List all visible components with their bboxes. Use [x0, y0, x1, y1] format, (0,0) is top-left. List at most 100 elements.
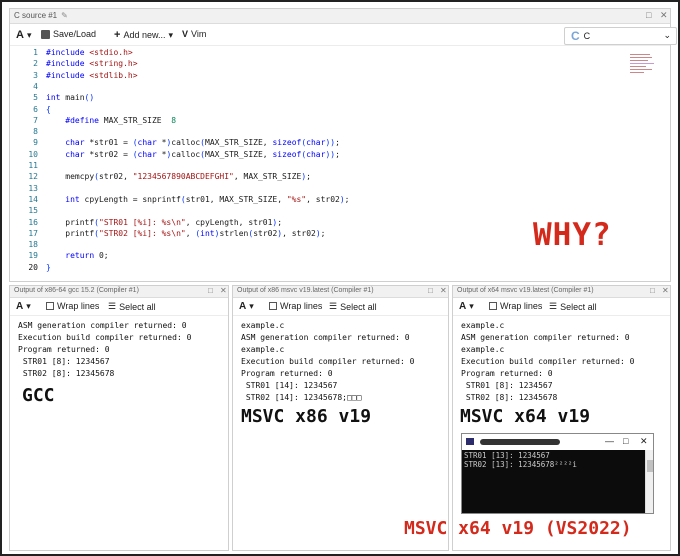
line-number: 4 — [33, 81, 38, 91]
caret-down-icon: ▾ — [168, 29, 173, 40]
pencil-icon[interactable]: ✎ — [61, 11, 68, 20]
output-line: STR01 [8]: 1234567 — [461, 381, 553, 390]
console-scrollbar[interactable] — [645, 450, 653, 513]
code-line[interactable]: 20} — [10, 263, 670, 274]
output-line: ASM generation compiler returned: 0 — [241, 333, 410, 342]
line-number: 7 — [33, 115, 38, 125]
pane-toolbar: A ▾ Wrap lines ☰ Select all — [10, 298, 228, 316]
tab-c-source[interactable]: C source #1 ✎ — [14, 11, 68, 20]
close-icon[interactable]: ✕ — [440, 286, 447, 295]
tab-title: C source #1 — [14, 11, 58, 20]
code-line[interactable]: 6{ — [10, 105, 670, 116]
code-line[interactable]: 4 — [10, 82, 670, 93]
close-icon[interactable]: ✕ — [220, 286, 227, 295]
font-size-button[interactable]: A ▾ — [16, 301, 31, 312]
save-icon — [41, 29, 50, 39]
caret-down-icon: ▾ — [26, 29, 32, 40]
output-line: STR01 [8]: 1234567 — [18, 357, 110, 366]
pane-title[interactable]: Output of x64 msvc v19.latest (Compiler … — [457, 287, 594, 294]
output-line: STR01 [14]: 1234567 — [241, 381, 338, 390]
code-text: int main() — [46, 93, 95, 103]
console-app-icon — [466, 438, 474, 445]
pane-title[interactable]: Output of x86 msvc v19.latest (Compiler … — [237, 287, 374, 294]
select-all-button[interactable]: ☰ Select all — [549, 301, 597, 312]
language-select[interactable]: C C ⌄ — [564, 27, 677, 45]
line-number: 5 — [33, 93, 38, 103]
code-line[interactable]: 3 #include <stdlib.h> — [10, 71, 670, 82]
vim-button[interactable]: V Vim — [182, 29, 206, 39]
checkbox-icon — [269, 302, 277, 310]
font-size-button[interactable]: A ▾ — [16, 29, 31, 41]
code-text: printf("STR02 [%i]: %s\n", (int)strlen(s… — [46, 228, 326, 238]
add-new-button[interactable]: + Add new... ▾ — [114, 29, 173, 41]
output-line: ASM generation compiler returned: 0 — [461, 333, 630, 342]
pane-title[interactable]: Output of x86-64 gcc 15.2 (Compiler #1) — [14, 287, 139, 294]
code-text: #define MAX_STR_SIZE 8 — [65, 115, 177, 125]
checkbox-icon — [489, 302, 497, 310]
redacted-title-bar — [480, 439, 560, 445]
pane-toolbar: A ▾ Wrap lines ☰ Select all — [453, 298, 670, 316]
output-line: Execution build compiler returned: 0 — [461, 357, 635, 366]
minimize-icon[interactable]: — — [605, 436, 614, 446]
font-size-button[interactable]: A ▾ — [239, 301, 254, 312]
caret-down-icon: ▾ — [249, 301, 254, 311]
save-load-button[interactable]: Save/Load — [41, 29, 96, 39]
code-line[interactable]: 13 — [10, 184, 670, 195]
console-output: STR01 [13]: 1234567 STR02 [13]: 12345678… — [462, 450, 645, 513]
code-line[interactable]: 10 char *str02 = (char *)calloc(MAX_STR_… — [10, 150, 670, 161]
code-line[interactable]: 9 char *str01 = (char *)calloc(MAX_STR_S… — [10, 138, 670, 149]
editor-tabbar: C source #1 ✎ □ ✕ — [10, 9, 670, 24]
compiler-label: MSVC x86 v19 — [241, 406, 372, 427]
code-line[interactable]: 2 #include <string.h> — [10, 59, 670, 70]
line-number: 10 — [28, 149, 38, 159]
code-line[interactable]: 19 return 0; — [10, 251, 670, 262]
code-text: } — [46, 262, 51, 272]
list-icon: ☰ — [329, 301, 338, 311]
select-all-button[interactable]: ☰ Select all — [108, 301, 156, 312]
close-icon[interactable]: ✕ — [662, 286, 669, 295]
list-icon: ☰ — [549, 301, 558, 311]
caret-down-icon: ▾ — [469, 301, 474, 311]
font-size-button[interactable]: A ▾ — [459, 301, 474, 312]
code-line[interactable]: 12 memcpy(str02, "1234567890ABCDEFGHI", … — [10, 172, 670, 183]
code-line[interactable]: 15 — [10, 206, 670, 217]
line-number: 8 — [33, 127, 38, 137]
maximize-icon[interactable]: □ — [646, 10, 651, 20]
select-all-button[interactable]: ☰ Select all — [329, 301, 377, 312]
code-line[interactable]: 11 — [10, 161, 670, 172]
code-line[interactable]: 14 int cpyLength = snprintf(str01, MAX_S… — [10, 195, 670, 206]
code-line[interactable]: 7 #define MAX_STR_SIZE 8 — [10, 116, 670, 127]
pane-tabbar: Output of x64 msvc v19.latest (Compiler … — [453, 286, 670, 298]
code-text: { — [46, 104, 51, 114]
output-line: example.c — [241, 321, 285, 330]
output-line: STR02 [14]: 12345678;□□□ — [241, 393, 362, 402]
line-number: 2 — [33, 59, 38, 69]
line-number: 9 — [33, 138, 38, 148]
wrap-lines-toggle[interactable]: Wrap lines — [489, 301, 542, 311]
code-line[interactable]: 5 int main() — [10, 93, 670, 104]
line-number: 17 — [28, 228, 38, 238]
close-icon[interactable]: ✕ — [640, 436, 648, 447]
maximize-icon[interactable]: □ — [208, 286, 213, 295]
vim-icon: V — [182, 29, 189, 39]
close-icon[interactable]: ✕ — [660, 10, 668, 21]
wrap-lines-toggle[interactable]: Wrap lines — [269, 301, 322, 311]
maximize-icon[interactable]: □ — [623, 436, 628, 446]
pane-toolbar: A ▾ Wrap lines ☰ Select all — [233, 298, 448, 316]
scrollbar-thumb[interactable] — [647, 460, 653, 472]
chevron-down-icon: ⌄ — [663, 30, 671, 40]
code-text: #include <stdio.h> — [46, 48, 133, 57]
maximize-icon[interactable]: □ — [650, 286, 655, 295]
code-text: int cpyLength = snprintf(str01, MAX_STR_… — [65, 194, 350, 204]
code-line[interactable]: 8 — [10, 127, 670, 138]
pane-tabbar: Output of x86-64 gcc 15.2 (Compiler #1) … — [10, 286, 228, 298]
line-number: 20 — [28, 262, 38, 272]
code-line[interactable]: 1 #include <stdio.h> — [10, 48, 670, 59]
console-titlebar[interactable]: — □ ✕ — [462, 434, 653, 450]
minimap[interactable] — [630, 54, 656, 78]
compiler-label: GCC — [22, 385, 55, 406]
wrap-lines-toggle[interactable]: Wrap lines — [46, 301, 99, 311]
maximize-icon[interactable]: □ — [428, 286, 433, 295]
vs2022-label: MSVC x64 v19 (VS2022) — [404, 518, 632, 539]
code-text: printf("STR01 [%i]: %s\n", cpyLength, st… — [46, 217, 283, 227]
